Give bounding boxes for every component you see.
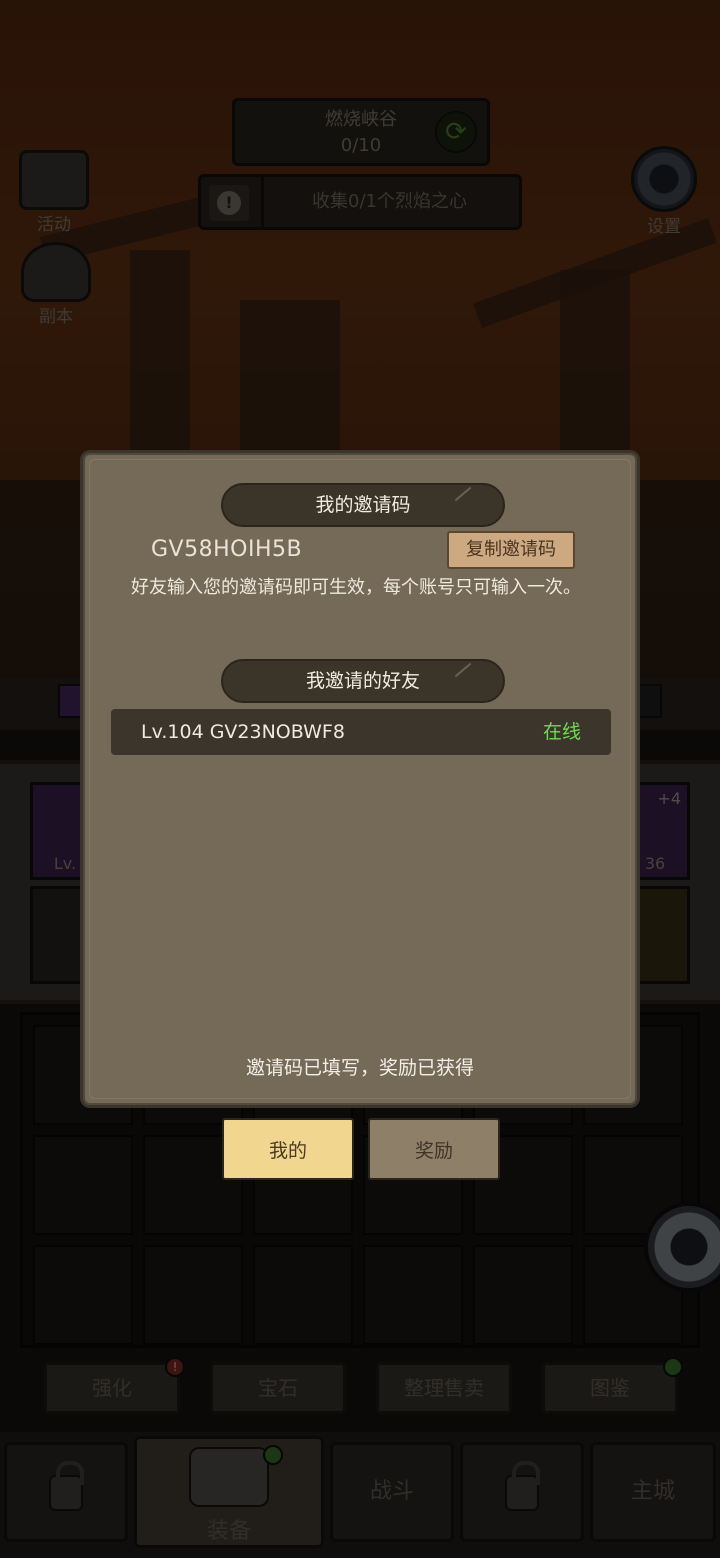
alert-badge-icon: ! xyxy=(165,1357,185,1377)
grid-cell[interactable] xyxy=(253,1245,353,1345)
friend-status: 在线 xyxy=(542,721,581,743)
grid-cell[interactable] xyxy=(363,1245,463,1345)
bottom-nav: 装备 战斗 主城 xyxy=(0,1432,720,1558)
tab-rewards[interactable]: 奖励 xyxy=(368,1118,500,1180)
quest-bar[interactable]: ! 收集0/1个烈焰之心 xyxy=(198,174,522,230)
codex-label: 图鉴 xyxy=(590,1376,630,1400)
dungeon-label: 副本 xyxy=(39,307,73,327)
refresh-icon[interactable]: ⟳ xyxy=(435,111,477,153)
notify-badge-icon xyxy=(263,1445,283,1465)
grid-cell[interactable] xyxy=(473,1245,573,1345)
list-item[interactable]: Lv.104 GV23NOBWF8 在线 xyxy=(111,709,611,755)
nav-main-city[interactable]: 主城 xyxy=(590,1442,716,1542)
reward-status-text: 邀请码已填写，奖励已获得 xyxy=(245,1057,474,1079)
invited-friends-header: 我邀请的好友 xyxy=(221,659,505,703)
invite-modal: 我的邀请码 GV58HOIH5B 复制邀请码 好友输入您的邀请码即可生效，每个账… xyxy=(80,450,640,1108)
dungeon-icon xyxy=(21,242,91,302)
settings-button[interactable]: 设置 xyxy=(626,146,702,237)
grid-cell[interactable] xyxy=(33,1245,133,1345)
sort-sell-button[interactable]: 整理售卖 xyxy=(376,1362,512,1414)
grid-cell[interactable] xyxy=(143,1245,243,1345)
invite-description: 好友输入您的邀请码即可生效，每个账号只可输入一次。 xyxy=(131,577,581,598)
nav-locked-2[interactable] xyxy=(460,1442,584,1542)
dungeon-button[interactable]: 副本 xyxy=(14,242,98,327)
nav-equipment[interactable]: 装备 xyxy=(134,1436,324,1548)
gem-label: 宝石 xyxy=(258,1376,298,1400)
alert-icon: ! xyxy=(209,185,249,221)
invite-code: GV58HOIH5B xyxy=(151,537,303,562)
codex-button[interactable]: 图鉴 xyxy=(542,1357,683,1414)
enhance-button[interactable]: 强化 ! xyxy=(44,1357,185,1414)
nav-equipment-label: 装备 xyxy=(206,1519,251,1544)
armor-icon xyxy=(189,1447,269,1507)
gem-button[interactable]: 宝石 xyxy=(210,1362,346,1414)
equip-slot-right-badge: +4 xyxy=(657,789,681,808)
nav-battle[interactable]: 战斗 xyxy=(330,1442,454,1542)
lock-icon xyxy=(49,1461,84,1511)
lock-icon xyxy=(505,1461,540,1511)
activity-label: 活动 xyxy=(37,215,71,235)
copy-invite-code-button[interactable]: 复制邀请码 xyxy=(447,531,575,569)
action-row: 强化 ! 宝石 整理售卖 图鉴 xyxy=(0,1357,720,1418)
enhance-label: 强化 xyxy=(92,1376,132,1400)
quest-text: 收集0/1个烈焰之心 xyxy=(261,177,515,227)
notify-badge-icon xyxy=(663,1357,683,1377)
nav-battle-label: 战斗 xyxy=(369,1479,414,1504)
stage-panel[interactable]: 燃烧峡谷 0/10 ⟳ xyxy=(232,98,490,166)
my-invite-code-header: 我的邀请码 xyxy=(221,483,505,527)
settings-label: 设置 xyxy=(647,217,681,237)
activity-icon xyxy=(19,150,89,210)
nav-main-city-label: 主城 xyxy=(630,1479,675,1504)
sort-sell-label: 整理售卖 xyxy=(404,1376,484,1400)
friend-name: Lv.104 GV23NOBWF8 xyxy=(141,721,345,743)
gear-icon xyxy=(631,146,697,212)
activity-button[interactable]: 活动 xyxy=(12,150,96,235)
nav-locked-1[interactable] xyxy=(4,1442,128,1542)
tab-mine[interactable]: 我的 xyxy=(222,1118,354,1180)
grid-cell[interactable] xyxy=(33,1135,133,1235)
